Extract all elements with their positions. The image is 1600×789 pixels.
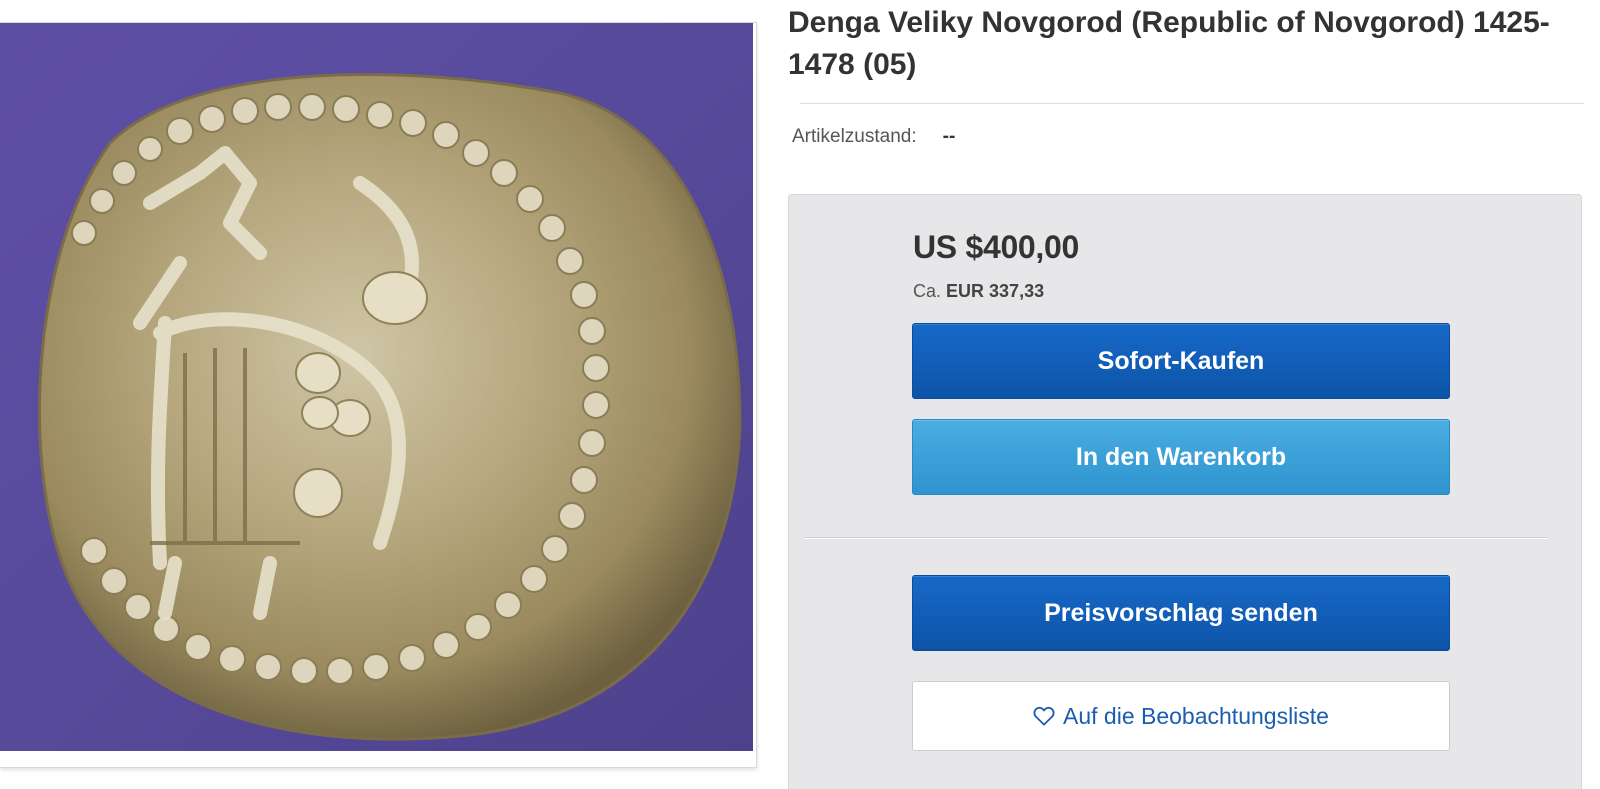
condition-row: Artikelzustand: -- [792,126,955,148]
buy-box: US $400,00 Ca. EUR 337,33 Sofort-Kaufen … [788,194,1582,789]
make-offer-label: Preisvorschlag senden [1044,598,1318,627]
price: US $400,00 [913,229,1080,265]
converted-prefix: Ca. [913,281,942,301]
converted-price: Ca. EUR 337,33 [913,281,1044,302]
make-offer-button[interactable]: Preisvorschlag senden [912,575,1450,651]
title-divider [800,103,1584,104]
buy-box-divider [805,537,1547,539]
watchlist-label: Auf die Beobachtungsliste [1063,702,1329,729]
product-image-coin [0,23,753,751]
listing-title: Denga Veliky Novgorod (Republic of Novgo… [788,6,1550,81]
add-to-watchlist-button[interactable]: Auf die Beobachtungsliste [912,681,1450,751]
heart-icon [1033,706,1055,726]
add-to-cart-label: In den Warenkorb [1075,442,1287,471]
listing-page: Denga Veliky Novgorod (Republic of Novgo… [0,0,1600,789]
buy-now-button[interactable]: Sofort-Kaufen [912,323,1450,399]
condition-value: -- [942,126,956,147]
product-image-frame[interactable] [0,22,757,768]
converted-amount: EUR 337,33 [946,281,1045,301]
buy-now-label: Sofort-Kaufen [1097,346,1265,375]
add-to-cart-button[interactable]: In den Warenkorb [912,419,1450,495]
condition-label: Artikelzustand: [792,126,917,147]
